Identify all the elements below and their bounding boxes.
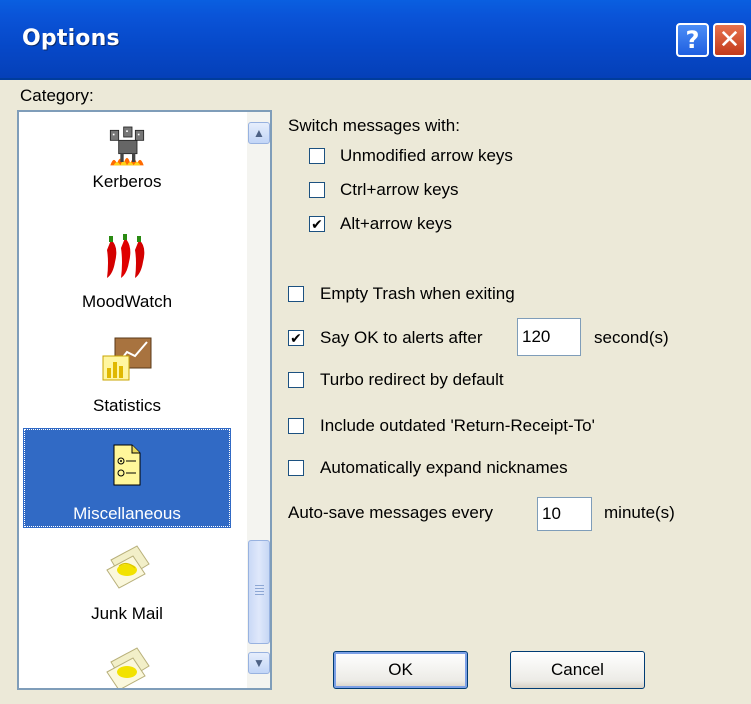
return-receipt-checkbox[interactable]	[288, 418, 304, 434]
expand-nicknames-checkbox[interactable]	[288, 460, 304, 476]
chevron-up-icon: ▲	[253, 126, 265, 140]
scroll-down-button[interactable]: ▼	[248, 652, 270, 674]
category-item-label: Miscellaneous	[73, 504, 181, 523]
close-button[interactable]: ✕	[713, 23, 746, 57]
chili-peppers-icon	[107, 234, 145, 278]
statistics-chart-icon	[102, 337, 152, 381]
junk-mail-icon	[106, 545, 150, 589]
alt-arrow-keys-checkbox[interactable]: ✔	[309, 216, 325, 232]
category-item-label: Statistics	[92, 396, 162, 415]
category-label: Category:	[20, 86, 94, 105]
return-receipt-label[interactable]: Include outdated 'Return-Receipt-To'	[320, 416, 595, 436]
say-ok-label[interactable]: Say OK to alerts after	[320, 328, 483, 348]
category-item-kerberos[interactable]: Kerberos	[27, 122, 227, 222]
kerberos-icon	[109, 126, 145, 166]
junk-mail-icon	[106, 647, 150, 688]
switch-messages-heading: Switch messages with:	[288, 116, 460, 135]
category-item-junk-mail[interactable]: Junk Mail	[27, 540, 227, 630]
help-icon: ?	[685, 26, 700, 54]
ok-button[interactable]: OK	[333, 651, 468, 689]
unmodified-arrow-keys-label[interactable]: Unmodified arrow keys	[340, 146, 513, 166]
category-item-label: Kerberos	[92, 172, 162, 191]
turbo-redirect-label[interactable]: Turbo redirect by default	[320, 370, 504, 390]
minutes-unit-label: minute(s)	[604, 503, 675, 522]
category-scrollbar[interactable]: ▲ ▼	[247, 112, 270, 688]
scroll-thumb[interactable]	[248, 540, 270, 644]
category-item-moodwatch[interactable]: MoodWatch	[27, 232, 227, 322]
say-ok-checkbox[interactable]: ✔	[288, 330, 304, 346]
alt-arrow-keys-label[interactable]: Alt+arrow keys	[340, 214, 452, 234]
category-item-label: MoodWatch	[81, 292, 173, 311]
alert-seconds-input[interactable]	[517, 318, 581, 356]
category-item-label: Junk Mail	[91, 604, 163, 623]
autosave-minutes-input[interactable]	[537, 497, 592, 531]
category-item-statistics[interactable]: Statistics	[27, 334, 227, 424]
miscellaneous-document-icon	[113, 444, 141, 486]
close-icon: ✕	[718, 25, 741, 55]
turbo-redirect-checkbox[interactable]	[288, 372, 304, 388]
ctrl-arrow-keys-checkbox[interactable]	[309, 182, 325, 198]
chevron-down-icon: ▼	[253, 656, 265, 670]
title-bar: Options ? ✕	[0, 0, 751, 80]
category-list[interactable]: Kerberos MoodWatch Statistics Miscellane…	[17, 110, 272, 690]
autosave-label: Auto-save messages every	[288, 503, 494, 522]
empty-trash-label[interactable]: Empty Trash when exiting	[320, 284, 515, 304]
empty-trash-checkbox[interactable]	[288, 286, 304, 302]
unmodified-arrow-keys-checkbox[interactable]	[309, 148, 325, 164]
seconds-unit-label: second(s)	[594, 328, 669, 347]
category-item-miscellaneous[interactable]: Miscellaneous	[23, 428, 231, 528]
cancel-button[interactable]: Cancel	[510, 651, 645, 689]
expand-nicknames-label[interactable]: Automatically expand nicknames	[320, 458, 568, 478]
scroll-up-button[interactable]: ▲	[248, 122, 270, 144]
help-button[interactable]: ?	[676, 23, 709, 57]
category-item-junk-mail-partial[interactable]	[27, 642, 227, 688]
ctrl-arrow-keys-label[interactable]: Ctrl+arrow keys	[340, 180, 459, 200]
window-title: Options	[22, 26, 120, 51]
